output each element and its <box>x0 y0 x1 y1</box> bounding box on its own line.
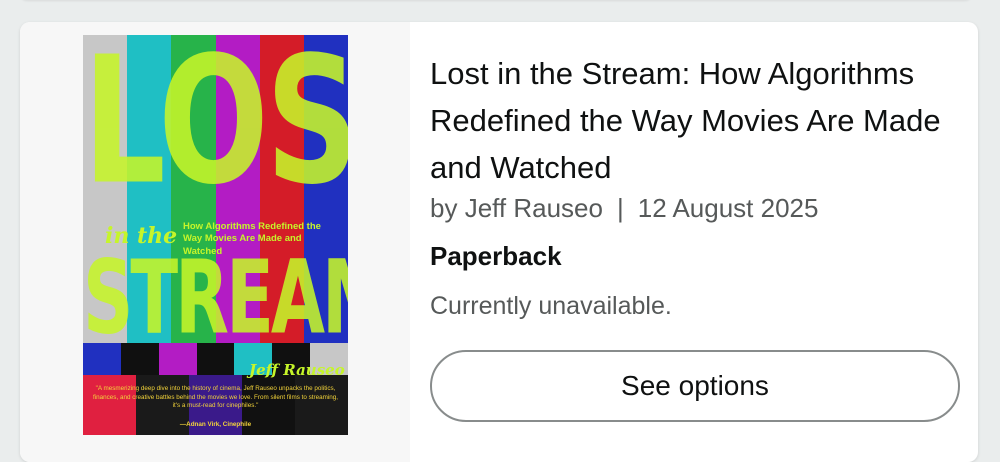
cover-blurb-attribution: —Adnan Virk, Cinephile <box>179 421 252 428</box>
cover-author-signature: Jeff Rauseo <box>249 361 345 379</box>
publication-date: 12 August 2025 <box>637 193 819 223</box>
byline: by Jeff Rauseo | 12 August 2025 <box>430 193 970 224</box>
product-image-panel[interactable]: LOST in the How Algorithms Redefined the… <box>20 22 410 462</box>
product-title[interactable]: Lost in the Stream: How Algorithms Redef… <box>430 50 970 191</box>
cover-word-stream: STREAM <box>83 238 348 358</box>
byline-prefix: by <box>430 193 458 223</box>
cover-word-lost: LOST <box>83 35 348 224</box>
author-link[interactable]: Jeff Rauseo <box>465 193 603 223</box>
see-options-button[interactable]: See options <box>430 350 960 422</box>
cover-blurb: "A mesmerizing deep dive into the histor… <box>93 385 338 409</box>
book-cover-image[interactable]: LOST in the How Algorithms Redefined the… <box>83 35 348 435</box>
product-card[interactable]: LOST in the How Algorithms Redefined the… <box>20 22 978 462</box>
format-label[interactable]: Paperback <box>430 241 970 272</box>
product-info: Lost in the Stream: How Algorithms Redef… <box>430 22 970 422</box>
byline-separator: | <box>616 193 624 223</box>
availability-status: Currently unavailable. <box>430 292 672 320</box>
